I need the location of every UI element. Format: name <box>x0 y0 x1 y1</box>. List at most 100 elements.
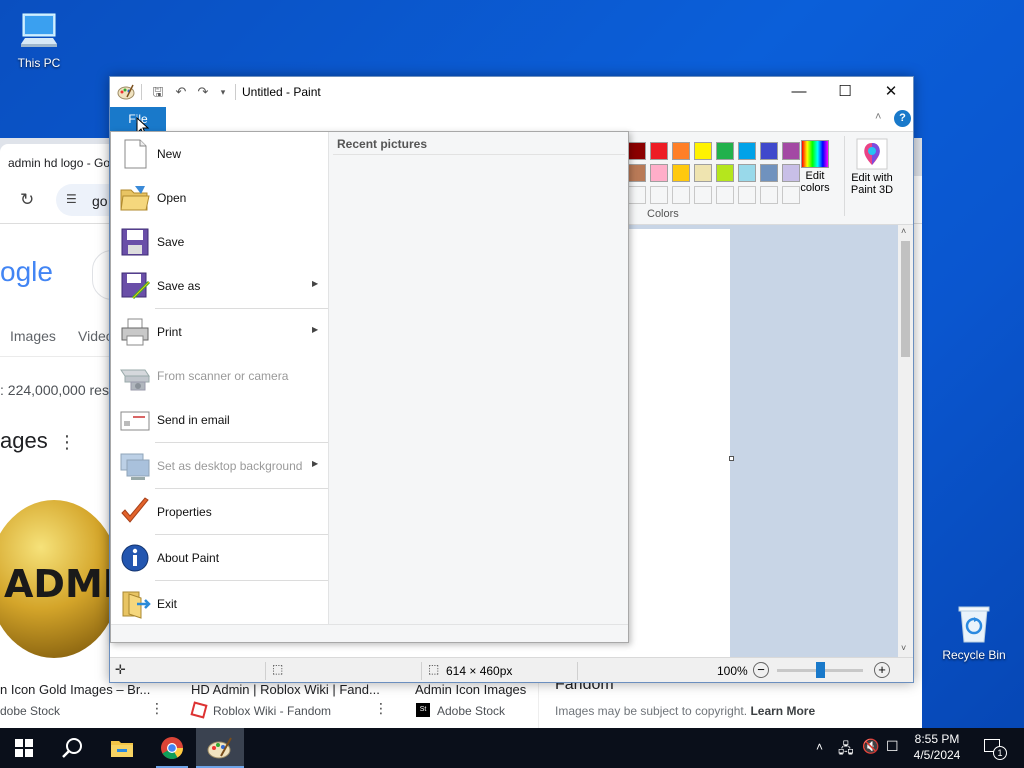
menu-item-save[interactable]: Save <box>111 220 328 264</box>
scroll-down-icon[interactable]: ˅ <box>901 643 906 653</box>
menu-item-open[interactable]: Open <box>111 176 328 220</box>
menu-item-exit[interactable]: Exit <box>111 582 328 626</box>
redo-icon[interactable]: ↷ <box>194 83 212 101</box>
custom-color-swatch[interactable] <box>628 186 646 204</box>
custom-color-swatch[interactable] <box>694 186 712 204</box>
menu-item-from-scanner[interactable]: From scanner or camera <box>111 354 328 398</box>
color-swatch[interactable] <box>628 164 646 182</box>
paint3d-label-1: Edit with <box>851 172 893 184</box>
color-swatch[interactable] <box>760 142 778 160</box>
vertical-scrollbar[interactable]: ˄ ˅ <box>898 225 913 657</box>
edit-colors-button[interactable]: Edit colors <box>796 136 834 202</box>
start-button[interactable] <box>0 728 48 768</box>
menu-item-send-email[interactable]: Send in email <box>111 398 328 442</box>
help-icon[interactable]: ? <box>894 110 911 127</box>
color-swatch[interactable] <box>694 142 712 160</box>
learn-more-link[interactable]: Learn More <box>750 704 815 718</box>
menu-item-set-desktop-background[interactable]: Set as desktop background ▶ <box>111 444 328 488</box>
color-swatch[interactable] <box>716 142 734 160</box>
file-menu-commands: New Open Save Save as ▶ Print ▶ From sca… <box>111 132 328 624</box>
scroll-thumb[interactable] <box>901 241 910 357</box>
zoom-slider-thumb[interactable] <box>816 662 825 678</box>
color-swatch[interactable] <box>650 164 668 182</box>
colors-group-label: Colors <box>647 208 679 220</box>
image-size-icon: ⬚ <box>428 662 440 676</box>
color-swatch[interactable] <box>650 142 668 160</box>
menu-item-properties[interactable]: Properties <box>111 490 328 534</box>
tabs-divider <box>0 356 120 357</box>
scanner-camera-icon <box>120 369 150 391</box>
more-options-icon[interactable]: ⋮ <box>58 432 76 453</box>
chrome-button[interactable] <box>148 728 196 768</box>
result-more-icon-2[interactable]: ⋮ <box>374 700 388 717</box>
close-button[interactable]: ✕ <box>868 77 913 107</box>
minimize-button[interactable]: — <box>776 77 822 107</box>
edit-with-paint3d-button[interactable]: Edit with Paint 3D <box>846 136 898 202</box>
site-settings-icon[interactable]: ☰ <box>66 192 77 206</box>
menu-item-print[interactable]: Print ▶ <box>111 310 328 354</box>
result-more-icon-1[interactable]: ⋮ <box>150 700 164 717</box>
menu-item-new[interactable]: New <box>111 132 328 176</box>
maximize-button[interactable]: ☐ <box>822 77 868 107</box>
recycle-bin-desktop-icon[interactable]: Recycle Bin <box>938 602 1010 662</box>
canvas-resize-handle[interactable] <box>729 456 734 461</box>
status-sep <box>577 662 578 680</box>
result-title-2[interactable]: HD Admin | Roblox Wiki | Fand... <box>191 682 380 697</box>
edit-colors-label-2: colors <box>800 182 830 194</box>
folder-icon <box>111 741 133 757</box>
color-swatch[interactable] <box>672 142 690 160</box>
cursor-position-icon: ✛ <box>115 662 126 677</box>
menu-separator <box>155 308 328 309</box>
selection-size-icon: ⬚ <box>272 662 284 676</box>
chrome-icon <box>161 737 183 759</box>
paint3d-label-2: Paint 3D <box>850 184 894 196</box>
admin-gold-image[interactable]: ADMIN <box>0 500 120 658</box>
color-swatch[interactable] <box>694 164 712 182</box>
zoom-in-button[interactable]: + <box>874 662 890 678</box>
tab-images[interactable]: Images <box>10 328 56 344</box>
color-swatch[interactable] <box>760 164 778 182</box>
menu-item-about[interactable]: About Paint <box>111 536 328 580</box>
menu-separator <box>155 488 328 489</box>
omnibox-text: go <box>92 193 108 209</box>
custom-color-swatch[interactable] <box>672 186 690 204</box>
notification-center-button[interactable]: 1 <box>978 728 1008 768</box>
color-swatch[interactable] <box>672 164 690 182</box>
volume-muted-icon[interactable]: 🔇 <box>862 738 879 768</box>
browser-tab[interactable]: admin hd logo - Go <box>0 144 116 176</box>
this-pc-desktop-icon[interactable]: This PC <box>3 10 75 70</box>
paint-taskbar-button[interactable] <box>196 728 244 768</box>
color-swatch[interactable] <box>716 164 734 182</box>
undo-icon[interactable]: ↶ <box>172 83 190 101</box>
color-swatch[interactable] <box>628 142 646 160</box>
zoom-out-button[interactable]: − <box>753 662 769 678</box>
result-title-3[interactable]: Admin Icon Images <box>415 682 526 697</box>
collapse-ribbon-icon[interactable]: ˄ <box>875 111 881 123</box>
save-icon[interactable]: 🖫 <box>149 83 167 101</box>
search-icon <box>62 738 82 758</box>
open-folder-icon <box>120 186 150 211</box>
network-icon[interactable]: 🖧 <box>838 738 854 768</box>
color-swatch[interactable] <box>738 142 756 160</box>
clock-date: 4/5/2024 <box>913 748 961 762</box>
custom-color-swatch[interactable] <box>738 186 756 204</box>
file-explorer-button[interactable] <box>98 728 146 768</box>
result-title-1[interactable]: n Icon Gold Images – Br... <box>0 682 150 697</box>
image-dimensions: 614 × 460px <box>446 664 513 678</box>
status-sep <box>265 662 266 680</box>
computer-icon <box>21 13 57 47</box>
menu-item-label: Send in email <box>157 413 230 427</box>
custom-color-swatch[interactable] <box>650 186 668 204</box>
custom-color-swatch[interactable] <box>716 186 734 204</box>
custom-color-swatch[interactable] <box>760 186 778 204</box>
menu-item-save-as[interactable]: Save as ▶ <box>111 264 328 308</box>
reload-icon[interactable]: ↻ <box>20 190 34 210</box>
search-button[interactable] <box>48 728 96 768</box>
display-icon[interactable]: ☐ <box>886 738 899 768</box>
customize-qat-icon[interactable]: ▾ <box>214 83 232 101</box>
show-hidden-icons-icon[interactable]: ˄ <box>816 740 823 768</box>
paint-app-icon[interactable] <box>117 83 135 101</box>
clock[interactable]: 8:55 PM 4/5/2024 <box>912 728 962 768</box>
scroll-up-icon[interactable]: ˄ <box>901 226 906 236</box>
color-swatch[interactable] <box>738 164 756 182</box>
